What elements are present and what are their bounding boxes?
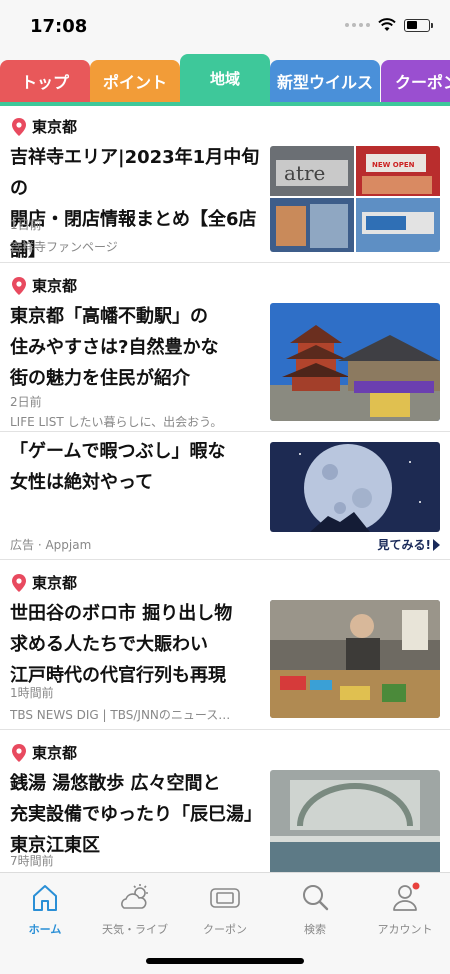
nav-weather[interactable]: 天気・ライブ: [90, 881, 180, 941]
ad-sponsor: 広告 · Appjam: [10, 538, 92, 552]
nav-coupon[interactable]: クーポン: [180, 881, 270, 941]
news-item[interactable]: 東京都 吉祥寺エリア|2023年1月中旬の 開店・閉店情報まとめ【全6店舗】 1日…: [0, 106, 450, 263]
tab-coupon[interactable]: クーポン: [381, 60, 450, 102]
location-pin-icon: [12, 276, 26, 295]
location-pin-icon: [12, 117, 26, 136]
location-label: 東京都: [12, 742, 77, 763]
ad-title[interactable]: 「ゲームで暇つぶし」暇な 女性は絶対やって: [10, 436, 264, 498]
wifi-icon: [378, 18, 396, 31]
location-label: 東京都: [12, 116, 77, 137]
news-source: 吉祥寺ファンページ: [10, 240, 118, 254]
notification-badge: [412, 882, 420, 890]
news-thumbnail[interactable]: atre NEW OPEN: [270, 146, 440, 252]
location-label: 東京都: [12, 572, 77, 593]
location-text: 東京都: [32, 277, 78, 295]
coupon-icon: [210, 888, 240, 908]
news-thumbnail[interactable]: [270, 600, 440, 718]
nav-home[interactable]: ホーム: [0, 881, 90, 941]
home-indicator: [146, 958, 304, 964]
battery-icon: [404, 18, 433, 32]
location-text: 東京都: [32, 118, 78, 136]
tab-point[interactable]: ポイント: [90, 60, 180, 102]
nav-search[interactable]: 検索: [270, 881, 360, 941]
tab-coronavirus[interactable]: 新型ウイルス: [270, 60, 380, 102]
news-item[interactable]: 東京都 世田谷のボロ市 掘り出し物 求める人たちで大賑わい 江戸時代の代官行列も再現…: [0, 560, 450, 730]
news-title[interactable]: 銭湯 湯悠散歩 広々空間と 充実設備でゆったり「辰巳湯」 東京江東区: [10, 768, 264, 861]
signal-icon: [345, 23, 370, 27]
news-title[interactable]: 東京都「高幡不動駅」の 住みやすさは?自然豊かな 街の魅力を住民が紹介: [10, 301, 264, 394]
news-age: 2日前: [10, 395, 42, 409]
search-icon: [303, 885, 329, 911]
news-item[interactable]: 東京都 東京都「高幡不動駅」の 住みやすさは?自然豊かな 街の魅力を住民が紹介 2日…: [0, 263, 450, 432]
svg-text:NEW OPEN: NEW OPEN: [372, 161, 415, 169]
nav-home-label: ホーム: [28, 923, 62, 936]
news-feed[interactable]: 東京都 吉祥寺エリア|2023年1月中旬の 開店・閉店情報まとめ【全6店舗】 1日…: [0, 106, 450, 872]
status-bar: 17:08: [0, 0, 450, 54]
news-item[interactable]: 東京都 銭湯 湯悠散歩 広々空間と 充実設備でゆったり「辰巳湯」 東京江東区 7時間…: [0, 730, 450, 872]
location-label: 東京都: [12, 275, 77, 296]
status-time: 17:08: [30, 16, 88, 37]
news-thumbnail[interactable]: [270, 303, 440, 421]
tab-top[interactable]: トップ: [0, 60, 90, 102]
status-icons: [345, 18, 433, 32]
nav-weather-label: 天気・ライブ: [102, 923, 168, 936]
home-icon: [33, 885, 57, 911]
news-source: LIFE LIST したい暮らしに、出会おう。: [10, 415, 223, 429]
ad-thumbnail[interactable]: [270, 442, 440, 532]
news-title[interactable]: 世田谷のボロ市 掘り出し物 求める人たちで大賑わい 江戸時代の代官行列も再現: [10, 598, 264, 691]
location-text: 東京都: [32, 744, 78, 762]
news-age: 7時間前: [10, 854, 54, 868]
location-pin-icon: [12, 743, 26, 762]
ad-cta-button[interactable]: 見てみる!: [378, 536, 440, 553]
nav-account[interactable]: アカウント: [360, 881, 450, 941]
location-pin-icon: [12, 573, 26, 592]
nav-coupon-label: クーポン: [203, 923, 247, 936]
account-icon: [393, 882, 420, 911]
nav-account-label: アカウント: [377, 923, 433, 936]
news-age: 1日前: [10, 218, 42, 232]
category-tabs: トップ ポイント 地域 新型ウイルス クーポン: [0, 54, 450, 104]
svg-text:atre: atre: [284, 161, 325, 185]
ad-item[interactable]: 「ゲームで暇つぶし」暇な 女性は絶対やって 広告 · Appjam 見てみる!: [0, 432, 450, 560]
news-source: TBS NEWS DIG | TBS/JNNのニュース…: [10, 708, 231, 722]
news-age: 1時間前: [10, 686, 54, 700]
nav-search-label: 検索: [304, 923, 326, 936]
news-thumbnail[interactable]: [270, 770, 440, 872]
tab-region[interactable]: 地域: [180, 54, 270, 102]
location-text: 東京都: [32, 574, 78, 592]
weather-icon: [121, 884, 148, 909]
